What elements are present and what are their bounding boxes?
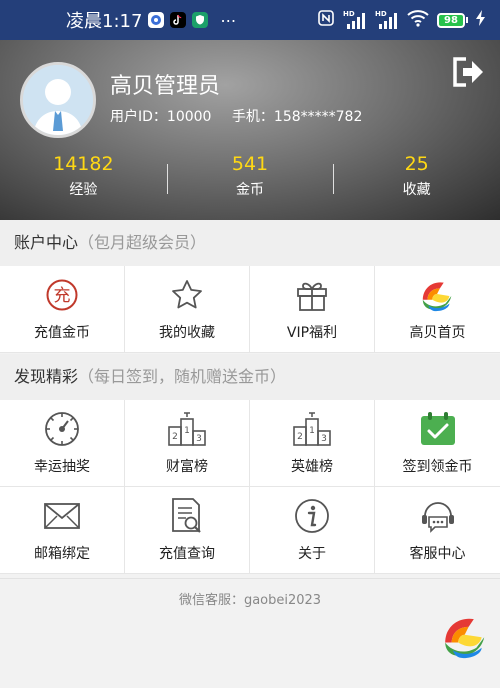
grid-item-label: 充值金币 — [34, 325, 90, 341]
stat-label: 经验 — [69, 182, 98, 198]
lottery-wheel-icon — [43, 410, 81, 448]
grid-item-label: 签到领金币 — [402, 459, 473, 475]
logout-icon — [453, 57, 483, 87]
podium-number: 1 — [184, 426, 190, 436]
profile-header: 高贝管理员 用户ID：10000 手机：158*****782 14182 经验… — [0, 40, 500, 220]
vpn-shield-icon — [192, 12, 209, 28]
grid-item-hero-ranking[interactable]: 2 1 3 英雄榜 — [250, 400, 375, 487]
recharge-char: 充 — [54, 286, 71, 306]
grid-item-customer-service[interactable]: 客服中心 — [375, 487, 500, 574]
recharge-icon: 充 — [43, 276, 81, 314]
battery-icon: 98 — [437, 12, 468, 28]
avatar[interactable] — [20, 62, 96, 138]
section-subtitle: （每日签到，随机赠送金币） — [78, 367, 287, 386]
grid-item-label: 我的收藏 — [159, 325, 215, 341]
search-document-icon — [168, 497, 206, 535]
stat-value: 541 — [231, 153, 269, 175]
charging-bolt-icon — [476, 9, 486, 31]
tiktok-icon — [170, 12, 187, 28]
grid-item-wealth-ranking[interactable]: 2 1 3 财富榜 — [125, 400, 250, 487]
star-icon — [168, 276, 206, 314]
grid-item-recharge-query[interactable]: 充值查询 — [125, 487, 250, 574]
stat-experience[interactable]: 14182 经验 — [0, 150, 167, 210]
status-bar: 凌晨1:17 ⋯ HD HD 98 — [0, 0, 500, 40]
gaobei-logo-icon — [445, 618, 485, 659]
podium-number: 3 — [196, 434, 202, 444]
grid-item-label: 客服中心 — [409, 546, 466, 562]
nfc-icon — [317, 9, 335, 32]
stat-value: 25 — [404, 153, 429, 175]
mail-icon — [43, 497, 81, 535]
stat-favorites[interactable]: 25 收藏 — [333, 150, 500, 210]
signal-icon-2: HD — [375, 10, 399, 30]
status-time: 凌晨1:17 — [66, 11, 143, 32]
grid-item-label: 高贝首页 — [409, 325, 466, 341]
floating-home-button[interactable] — [440, 610, 492, 662]
grid-item-about[interactable]: 关于 — [250, 487, 375, 574]
grid-item-my-favorites[interactable]: 我的收藏 — [125, 266, 250, 353]
grid-item-label: 邮箱绑定 — [34, 546, 90, 562]
signal-icon-1: HD — [343, 10, 367, 30]
stat-coins[interactable]: 541 金币 — [166, 150, 334, 210]
logout-button[interactable] — [450, 56, 486, 88]
stat-value: 14182 — [53, 153, 114, 175]
user-avatar-icon — [23, 65, 93, 135]
stat-label: 收藏 — [402, 182, 431, 198]
section-discover: 发现精彩（每日签到，随机赠送金币） — [0, 354, 500, 400]
section-title: 发现精彩 — [14, 367, 79, 386]
grid-item-label: 幸运抽奖 — [34, 459, 90, 475]
gaobei-logo-icon — [419, 276, 457, 314]
grid-item-bind-email[interactable]: 邮箱绑定 — [0, 487, 125, 574]
podium-number: 2 — [172, 432, 178, 442]
grid-item-label: 财富榜 — [166, 459, 208, 475]
grid-item-vip-benefits[interactable]: VIP福利 — [250, 266, 375, 353]
grid-item-label: 英雄榜 — [291, 459, 333, 475]
calendar-check-icon — [419, 410, 457, 448]
headset-chat-icon — [419, 497, 457, 535]
grid-item-gaobei-home[interactable]: 高贝首页 — [375, 266, 500, 353]
podium-number: 1 — [309, 426, 315, 436]
info-icon — [293, 497, 331, 535]
app-notification-icon — [148, 12, 165, 28]
section-title: 账户中心 — [14, 233, 79, 252]
stat-label: 金币 — [236, 182, 264, 198]
user-info: 用户ID：10000 手机：158*****782 — [110, 106, 378, 126]
podium-number: 3 — [321, 434, 327, 444]
discover-grid: 幸运抽奖 2 1 3 财富榜 2 1 3 英雄榜 签到领金币 邮箱绑定 充值查询… — [0, 400, 500, 574]
user-name: 高贝管理员 — [110, 74, 221, 99]
grid-item-label: 关于 — [298, 546, 326, 562]
section-subtitle: （包月超级会员） — [78, 233, 207, 252]
podium-icon: 2 1 3 — [168, 410, 206, 448]
grid-item-checkin-coins[interactable]: 签到领金币 — [375, 400, 500, 487]
grid-item-label: VIP福利 — [286, 325, 338, 341]
user-id: 用户ID：10000 — [110, 109, 212, 125]
wifi-icon — [407, 9, 429, 32]
gift-icon — [293, 276, 331, 314]
user-phone: 手机：158*****782 — [231, 109, 363, 125]
more-notifications-icon: ⋯ — [220, 10, 239, 30]
grid-item-lucky-draw[interactable]: 幸运抽奖 — [0, 400, 125, 487]
grid-item-recharge-coins[interactable]: 充 充值金币 — [0, 266, 125, 353]
podium-icon: 2 1 3 — [293, 410, 331, 448]
user-stats: 14182 经验 541 金币 25 收藏 — [0, 150, 500, 210]
account-grid: 充 充值金币 我的收藏 VIP福利 高贝首页 — [0, 266, 500, 353]
grid-item-label: 充值查询 — [159, 546, 215, 562]
podium-number: 2 — [297, 432, 303, 442]
wechat-service-footer: 微信客服：gaobei2023 — [0, 578, 500, 622]
section-account-center: 账户中心（包月超级会员） — [0, 220, 500, 266]
